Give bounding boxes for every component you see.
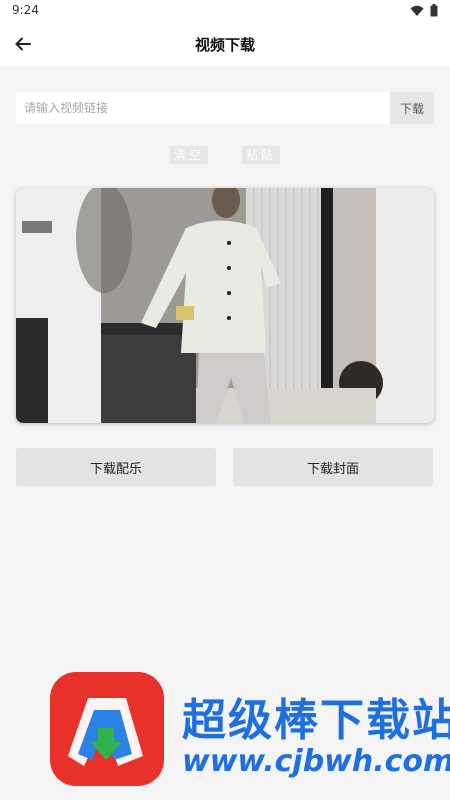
status-icons — [410, 4, 438, 17]
video-link-input[interactable] — [16, 92, 390, 124]
download-music-button[interactable]: 下载配乐 — [16, 448, 216, 486]
status-bar: 9:24 — [0, 0, 450, 22]
link-input-row: 下载 — [16, 92, 434, 124]
watermark-url: www.cjbwh.com — [182, 744, 450, 779]
wifi-icon — [410, 5, 424, 16]
video-preview[interactable] — [16, 188, 434, 423]
app-bar: 视频下载 — [0, 22, 450, 66]
status-time: 9:24 — [12, 3, 39, 17]
video-thumbnail — [16, 188, 434, 423]
download-cover-button[interactable]: 下载封面 — [233, 448, 433, 486]
download-site-logo-icon — [50, 672, 164, 786]
watermark-title: 超级棒下载站 — [182, 695, 450, 746]
battery-icon — [430, 4, 438, 17]
download-button[interactable]: 下载 — [390, 92, 434, 124]
paste-button[interactable]: 粘贴 — [242, 146, 280, 164]
page-title: 视频下载 — [194, 36, 255, 54]
site-watermark: 超级棒下载站 www.cjbwh.com — [48, 670, 450, 788]
clear-button[interactable]: 清空 — [170, 146, 208, 164]
